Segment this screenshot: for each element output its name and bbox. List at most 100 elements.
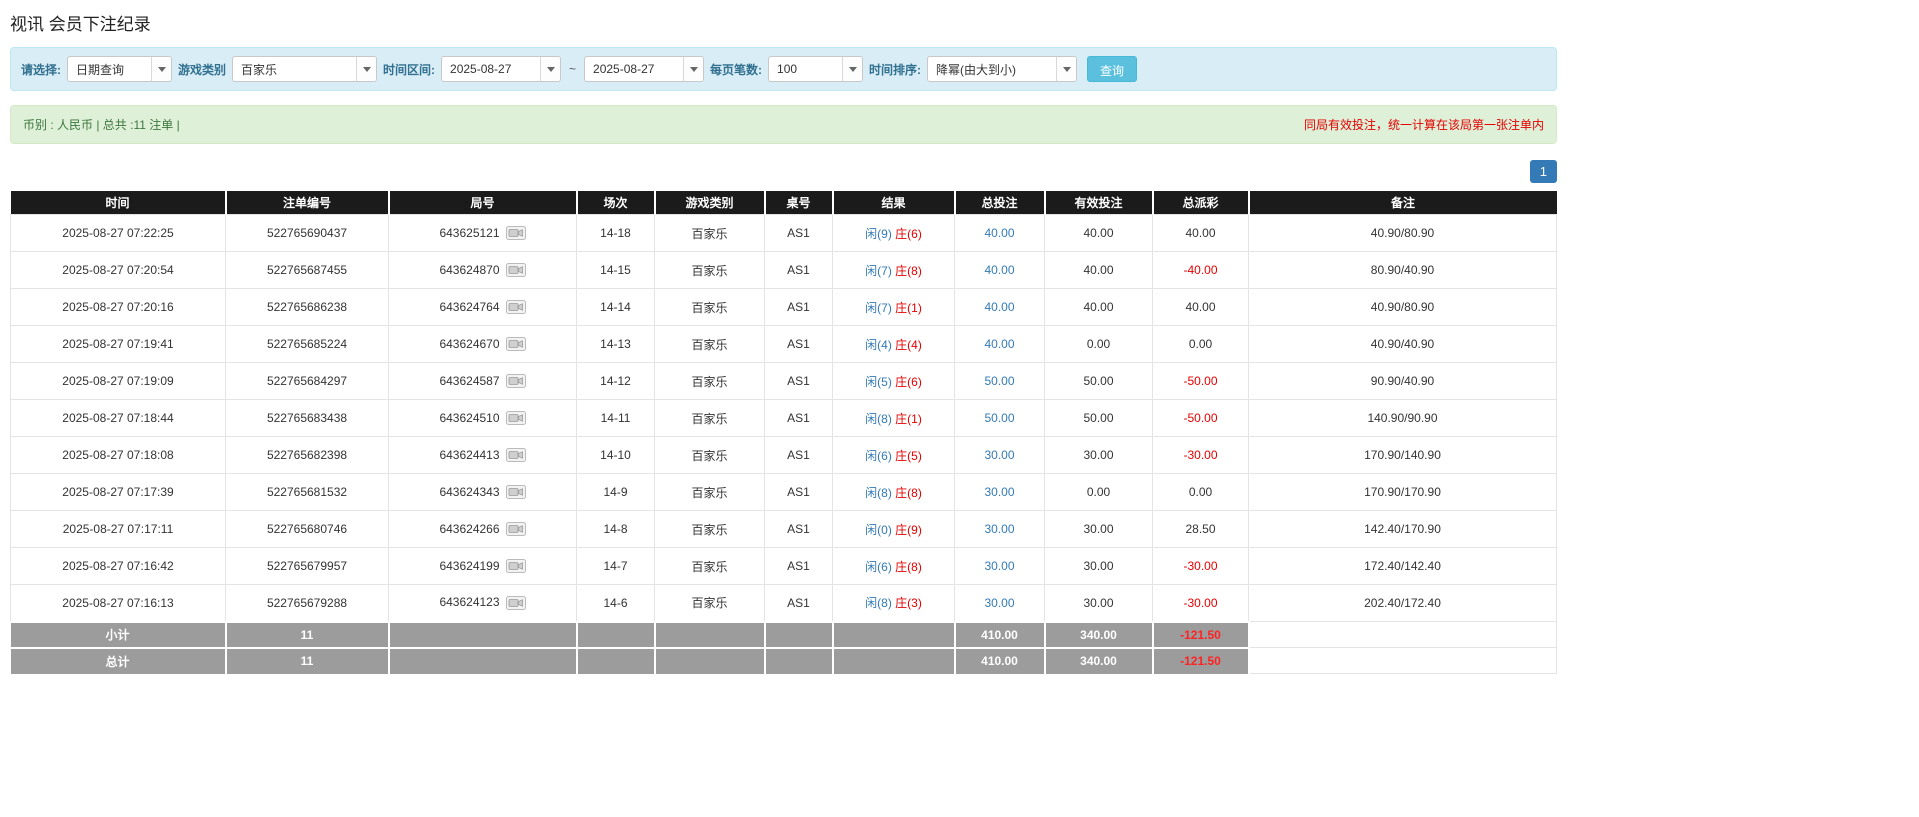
- table-row: 2025-08-27 07:20:54522765687455 643624870…: [11, 252, 1557, 289]
- bet-id-cell: 522765683438: [226, 400, 389, 437]
- game-type-select[interactable]: 百家乐: [232, 56, 377, 82]
- round-cell: 643624413: [389, 437, 577, 474]
- video-camera-icon[interactable]: [506, 596, 526, 610]
- date-from-input[interactable]: 2025-08-27: [441, 56, 561, 82]
- note-cell: 170.90/140.90: [1249, 437, 1557, 474]
- total-bet-link[interactable]: 30.00: [984, 448, 1014, 462]
- video-camera-icon[interactable]: [506, 300, 526, 314]
- video-camera-icon[interactable]: [506, 485, 526, 499]
- table-row: 2025-08-27 07:18:44522765683438643624510…: [11, 400, 1557, 437]
- chevron-down-icon[interactable]: [1056, 57, 1076, 81]
- video-camera-icon[interactable]: [506, 374, 526, 388]
- footer-empty-cell: [833, 648, 955, 674]
- table-no-cell: AS1: [765, 215, 833, 252]
- summary-bar: 币别 : 人民币 | 总共 :11 注单 | 同局有效投注，统一计算在该局第一张…: [10, 105, 1557, 144]
- footer-empty-cell: [577, 648, 655, 674]
- result-player: 闲(5): [865, 375, 892, 389]
- chevron-down-icon[interactable]: [151, 57, 171, 81]
- chevron-down-icon[interactable]: [356, 57, 376, 81]
- total-bet-link[interactable]: 40.00: [984, 263, 1014, 277]
- column-header: 桌号: [765, 191, 833, 215]
- video-camera-icon[interactable]: [506, 522, 526, 536]
- total-bet-link[interactable]: 30.00: [984, 596, 1014, 610]
- result-player: 闲(8): [865, 596, 892, 610]
- session-cell: 14-6: [577, 585, 655, 622]
- bet-id-cell: 522765687455: [226, 252, 389, 289]
- payout-cell: 0.00: [1153, 474, 1249, 511]
- bet-id-cell: 522765682398: [226, 437, 389, 474]
- sort-select[interactable]: 降幂(由大到小): [927, 56, 1077, 82]
- table-row: 2025-08-27 07:19:41522765685224643624670…: [11, 326, 1557, 363]
- footer-count-cell: 11: [226, 648, 389, 674]
- chevron-down-icon[interactable]: [683, 57, 703, 81]
- total-bet-link[interactable]: 30.00: [984, 485, 1014, 499]
- result-banker: 庄(3): [895, 596, 922, 610]
- table-no-cell: AS1: [765, 363, 833, 400]
- total-bet-link[interactable]: 50.00: [984, 411, 1014, 425]
- video-camera-icon[interactable]: [506, 226, 526, 240]
- query-type-value: 日期查询: [68, 57, 151, 81]
- table-row: 2025-08-27 07:18:08522765682398643624413…: [11, 437, 1557, 474]
- result-cell: 闲(9) 庄(6): [833, 215, 955, 252]
- total-bet-link[interactable]: 40.00: [984, 226, 1014, 240]
- column-header: 有效投注: [1045, 191, 1153, 215]
- time-cell: 2025-08-27 07:17:39: [11, 474, 226, 511]
- page-title: 视讯 会员下注纪录: [10, 10, 1557, 35]
- table-no-cell: AS1: [765, 289, 833, 326]
- search-button[interactable]: 查询: [1087, 56, 1137, 82]
- game-type-cell: 百家乐: [655, 585, 765, 622]
- column-header: 注单编号: [226, 191, 389, 215]
- date-to-input[interactable]: 2025-08-27: [584, 56, 704, 82]
- total-bet-link[interactable]: 40.00: [984, 300, 1014, 314]
- total-bet-link[interactable]: 40.00: [984, 337, 1014, 351]
- total-bet-cell: 30.00: [955, 474, 1045, 511]
- valid-bet-cell: 40.00: [1045, 289, 1153, 326]
- total-bet-cell: 50.00: [955, 400, 1045, 437]
- video-camera-icon[interactable]: [506, 337, 526, 351]
- bet-id-cell: 522765679288: [226, 585, 389, 622]
- total-bet-link[interactable]: 50.00: [984, 374, 1014, 388]
- session-cell: 14-18: [577, 215, 655, 252]
- bet-id-cell: 522765684297: [226, 363, 389, 400]
- chevron-down-icon[interactable]: [540, 57, 560, 81]
- footer-note-cell: [1249, 648, 1557, 674]
- round-number: 643624870: [439, 263, 499, 277]
- session-cell: 14-12: [577, 363, 655, 400]
- total-bet-cell: 30.00: [955, 548, 1045, 585]
- game-type-cell: 百家乐: [655, 400, 765, 437]
- bet-id-cell: 522765679957: [226, 548, 389, 585]
- column-header: 总投注: [955, 191, 1045, 215]
- footer-note-cell: [1249, 622, 1557, 648]
- video-camera-icon[interactable]: [506, 263, 526, 277]
- game-type-cell: 百家乐: [655, 326, 765, 363]
- video-camera-icon[interactable]: [506, 559, 526, 573]
- round-cell: 643624199: [389, 548, 577, 585]
- result-banker: 庄(1): [895, 301, 922, 315]
- video-camera-icon[interactable]: [506, 448, 526, 462]
- total-bet-link[interactable]: 30.00: [984, 522, 1014, 536]
- table-no-cell: AS1: [765, 326, 833, 363]
- time-cell: 2025-08-27 07:20:54: [11, 252, 226, 289]
- round-number: 643624343: [439, 485, 499, 499]
- table-header: 时间注单编号局号场次游戏类别桌号结果总投注有效投注总派彩备注: [11, 191, 1557, 215]
- total-bet-link[interactable]: 30.00: [984, 559, 1014, 573]
- result-cell: 闲(8) 庄(8): [833, 474, 955, 511]
- table-no-cell: AS1: [765, 252, 833, 289]
- game-type-value: 百家乐: [233, 57, 356, 81]
- column-header: 游戏类别: [655, 191, 765, 215]
- query-type-select[interactable]: 日期查询: [67, 56, 172, 82]
- table-footer: 小计11410.00340.00-121.50总计11410.00340.00-…: [11, 622, 1557, 674]
- table-row: 2025-08-27 07:19:09522765684297643624587…: [11, 363, 1557, 400]
- session-cell: 14-10: [577, 437, 655, 474]
- table-row: 2025-08-27 07:22:25522765690437643625121…: [11, 215, 1557, 252]
- result-player: 闲(8): [865, 486, 892, 500]
- page-size-select[interactable]: 100: [768, 56, 863, 82]
- video-camera-icon[interactable]: [506, 411, 526, 425]
- page: 视讯 会员下注纪录 请选择: 日期查询 游戏类别 百家乐 时间区间: 2025-…: [10, 0, 1557, 674]
- valid-bet-cell: 30.00: [1045, 585, 1153, 622]
- table-body: 2025-08-27 07:22:25522765690437643625121…: [11, 215, 1557, 622]
- bet-id-cell: 522765685224: [226, 326, 389, 363]
- chevron-down-icon[interactable]: [842, 57, 862, 81]
- page-1-button[interactable]: 1: [1530, 160, 1557, 183]
- footer-count-cell: 11: [226, 622, 389, 648]
